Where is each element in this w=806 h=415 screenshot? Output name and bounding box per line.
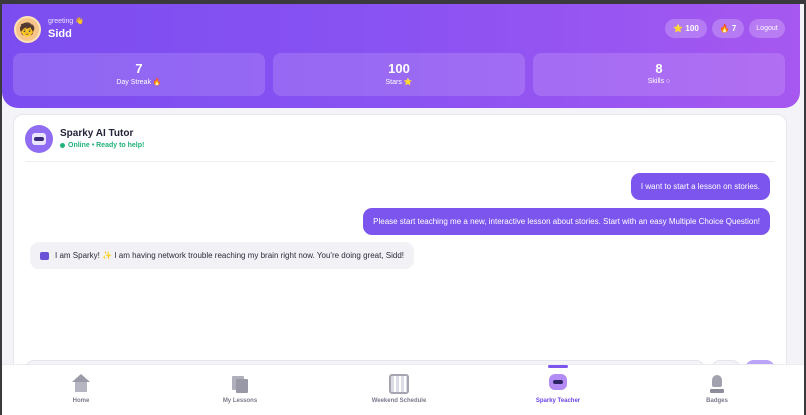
lessons-icon [230, 374, 250, 394]
stat-card-skills: 8 Skills ○ [533, 53, 785, 96]
nav-label: Sparky Teacher [535, 398, 581, 404]
tutor-name: Sparky AI Tutor [60, 128, 134, 139]
user-avatar[interactable]: 🧒 [14, 16, 41, 43]
nav-label: My Lessons [222, 398, 258, 404]
stars-pill[interactable]: ⭐ 100 [665, 19, 707, 38]
trophy-icon [707, 374, 727, 394]
nav-item-badges[interactable]: Badges [657, 365, 777, 415]
divider [25, 161, 775, 162]
nav-item-home[interactable]: Home [21, 365, 141, 415]
status-text: Online • Ready to help! [68, 142, 145, 149]
user-message: I want to start a lesson on stories. [630, 173, 770, 200]
stat-label: Stars ⭐ [385, 79, 413, 86]
stat-label: Day Streak 🔥 [116, 79, 162, 86]
streak-pill[interactable]: 🔥 7 [712, 19, 744, 38]
active-indicator [548, 365, 568, 368]
stat-label: Skills ○ [647, 78, 671, 85]
stat-card-stars: 100 Stars ⭐ [273, 53, 525, 96]
tutor-status: Online • Ready to help! [60, 142, 144, 149]
nav-label: Home [72, 398, 90, 404]
nav-label: Badges [706, 398, 728, 404]
robot-icon [40, 251, 49, 260]
stat-value: 100 [388, 61, 410, 76]
online-dot-icon [60, 142, 65, 148]
username: Sidd [48, 28, 72, 40]
header: 🧒 greeting 👋 Sidd ⭐ 100 🔥 7 Logout 7 Day… [2, 4, 800, 108]
home-icon [71, 374, 91, 394]
stat-value: 7 [135, 61, 143, 76]
nav-item-weekend-schedule[interactable]: Weekend Schedule [339, 365, 459, 415]
robot-icon [547, 372, 569, 394]
bot-message: I am Sparky! ✨ I am having network troub… [30, 242, 415, 269]
stat-card-streak: 7 Day Streak 🔥 [13, 53, 265, 96]
logout-button[interactable]: Logout [749, 19, 785, 38]
bottom-nav: Home My Lessons Weekend Schedule Sparky … [2, 364, 804, 415]
app-window: 🧒 greeting 👋 Sidd ⭐ 100 🔥 7 Logout 7 Day… [2, 4, 804, 415]
tutor-avatar [25, 125, 53, 153]
calendar-icon [389, 374, 409, 394]
user-message: Please start teaching me a new, interact… [363, 208, 770, 235]
nav-item-sparky-teacher[interactable]: Sparky Teacher [498, 365, 618, 415]
nav-item-my-lessons[interactable]: My Lessons [180, 365, 300, 415]
greeting-text: greeting 👋 [48, 18, 84, 25]
bot-message-text: I am Sparky! ✨ I am having network troub… [55, 251, 405, 260]
stat-value: 8 [655, 61, 663, 76]
nav-label: Weekend Schedule [371, 398, 427, 404]
robot-icon [32, 133, 46, 145]
